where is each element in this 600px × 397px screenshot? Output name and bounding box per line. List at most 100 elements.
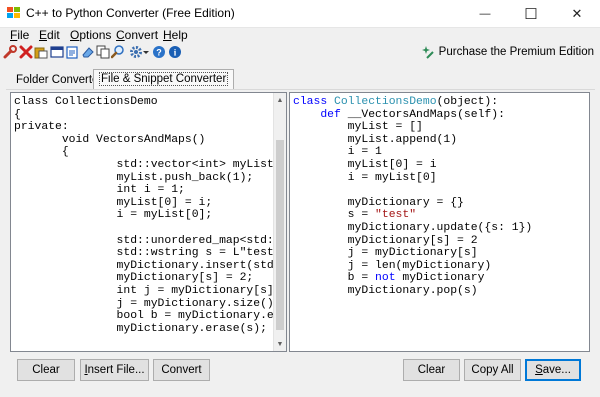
menu-edit-accel: E <box>39 28 48 42</box>
menu-help[interactable]: Help <box>163 28 188 42</box>
close-button[interactable]: ✕ <box>554 0 600 28</box>
clear-source-button[interactable]: Clear <box>17 359 75 381</box>
python-token: myDictionary = {} <box>293 196 464 209</box>
cpp-code-line: class CollectionsDemo <box>14 96 158 108</box>
python-code-line: myDictionary = {} <box>293 197 532 210</box>
save-accel: S <box>535 364 543 376</box>
purchase-premium-link[interactable]: Purchase the Premium Edition <box>421 45 594 59</box>
toolbar: ? i Purchase the Premium Edition <box>0 43 600 63</box>
chevron-down-icon[interactable] <box>143 45 149 59</box>
python-code-line: myDictionary.pop(s) <box>293 285 532 298</box>
python-code-line: myDictionary[s] = 2 <box>293 235 532 248</box>
python-token-kw: def <box>320 108 341 121</box>
paste-icon[interactable] <box>34 45 48 59</box>
minimize-button[interactable]: — <box>462 0 508 28</box>
clear-source-label: Clear <box>32 364 60 376</box>
cpp-code-line: myList.push_back(1); <box>14 171 254 184</box>
python-code-line: myList[0] = i <box>293 159 532 172</box>
python-output-text: class CollectionsDemo(object): def __Vec… <box>293 96 532 298</box>
convert-label: Convert <box>161 364 202 376</box>
python-code-line: j = len(myDictionary) <box>293 260 532 273</box>
sparkle-icon <box>421 46 434 59</box>
scroll-down-icon[interactable]: ▼ <box>274 337 286 351</box>
menu-convert-accel: C <box>116 28 125 42</box>
cpp-code-line: myDictionary.erase(s); <box>14 322 267 335</box>
menu-file[interactable]: File <box>10 28 29 42</box>
cpp-code-line: std::wstring s = L"test"; <box>14 247 287 260</box>
scroll-thumb[interactable] <box>276 140 284 330</box>
copy-icon[interactable] <box>96 45 110 59</box>
python-token: (object): <box>436 96 499 108</box>
clear-output-label: Clear <box>417 364 446 376</box>
cpp-code-line: { <box>14 108 21 121</box>
cpp-code-line <box>14 222 286 235</box>
scroll-up-icon[interactable]: ▲ <box>274 93 286 107</box>
cpp-code-line: myDictionary[s] = 2; <box>14 272 254 285</box>
menu-help-accel: H <box>163 28 172 42</box>
python-code-line: def __VectorsAndMaps(self): <box>293 109 532 122</box>
maximize-icon: ☐ <box>524 6 538 23</box>
python-token <box>327 96 334 108</box>
insert-file-button[interactable]: Insert File... <box>80 359 149 381</box>
clear-output-button[interactable]: Clear <box>403 359 460 381</box>
python-token: myDictionary[s] = 2 <box>293 234 478 247</box>
window-icon[interactable] <box>50 45 64 59</box>
python-token-kw: not <box>375 272 396 285</box>
python-token: myDictionary.update({s: 1}) <box>293 221 533 234</box>
python-token <box>293 109 320 121</box>
minimize-icon: — <box>479 8 491 20</box>
convert-button[interactable]: Convert <box>153 359 210 381</box>
help-icon[interactable]: ? <box>152 45 166 59</box>
wrench-icon[interactable] <box>3 45 17 59</box>
cpp-code-line: myDictionary.insert(std::make_p <box>116 259 286 272</box>
maximize-button[interactable]: ☐ <box>508 0 554 28</box>
python-token-str: "test" <box>375 209 417 222</box>
menu-convert-label: onvert <box>124 28 159 42</box>
cpp-code-line: myList[0] = i; <box>14 196 213 209</box>
cpp-code-line: i = myList[0]; <box>14 209 213 222</box>
cpp-vertical-scrollbar[interactable]: ▲ ▼ <box>273 93 286 351</box>
python-token: myDictionary <box>395 272 485 285</box>
cpp-code-line: int j = myDictionary[s]; <box>14 284 281 297</box>
python-output-editor[interactable]: class CollectionsDemo(object): def __Vec… <box>289 92 590 352</box>
cpp-source-editor[interactable]: class CollectionsDemo{private: void Vect… <box>10 92 287 352</box>
menu-options[interactable]: Options <box>70 28 111 42</box>
delete-icon[interactable] <box>19 45 33 59</box>
tab-file-snippet-converter-label: File & Snippet Converter <box>99 72 229 86</box>
python-token: myList[0] = i <box>293 158 437 171</box>
settings-icon[interactable] <box>129 45 143 59</box>
tab-separator <box>6 89 595 90</box>
menu-convert[interactable]: Convert <box>116 28 158 42</box>
python-token: myDictionary.pop(s) <box>293 284 478 297</box>
title-bar: C++ to Python Converter (Free Edition) —… <box>0 0 600 28</box>
window-title: C++ to Python Converter (Free Edition) <box>26 6 235 20</box>
tab-file-snippet-converter[interactable]: File & Snippet Converter <box>93 69 235 90</box>
find-icon[interactable] <box>111 45 125 59</box>
cpp-code-line: private: <box>14 121 69 134</box>
menu-bar: File Edit Options Convert Help <box>0 28 600 43</box>
copy-all-button[interactable]: Copy All <box>464 359 521 381</box>
menu-options-label: ptions <box>79 28 112 42</box>
cpp-source-text: class CollectionsDemo{private: void Vect… <box>14 96 287 335</box>
eraser-icon[interactable] <box>81 45 95 59</box>
python-token: myList.append(1) <box>293 133 458 146</box>
save-label: ave... <box>542 364 571 376</box>
cpp-code-line: std::vector<int> myList = std:: <box>116 158 286 171</box>
tab-folder-converter-label: Folder Converter <box>16 74 103 86</box>
python-code-line: i = myList[0] <box>293 172 532 185</box>
menu-edit[interactable]: Edit <box>39 28 60 42</box>
python-token: myList = [] <box>293 121 423 134</box>
python-token: j = myDictionary[s] <box>293 247 478 260</box>
svg-text:?: ? <box>156 48 162 58</box>
close-icon: ✕ <box>571 6 583 21</box>
python-code-line: s = "test" <box>293 209 532 222</box>
python-token: j = len(myDictionary) <box>293 259 492 272</box>
python-token: b = <box>293 272 376 285</box>
cpp-code-line: { <box>14 146 69 159</box>
info-icon[interactable]: i <box>168 45 182 59</box>
clipboard-icon[interactable] <box>65 45 79 59</box>
save-button[interactable]: Save... <box>525 359 581 381</box>
cpp-code-line: int i = 1; <box>14 184 185 197</box>
python-token: i = myList[0] <box>293 171 437 184</box>
cpp-code-line: bool b = myDictionary.empty(); <box>116 310 286 323</box>
